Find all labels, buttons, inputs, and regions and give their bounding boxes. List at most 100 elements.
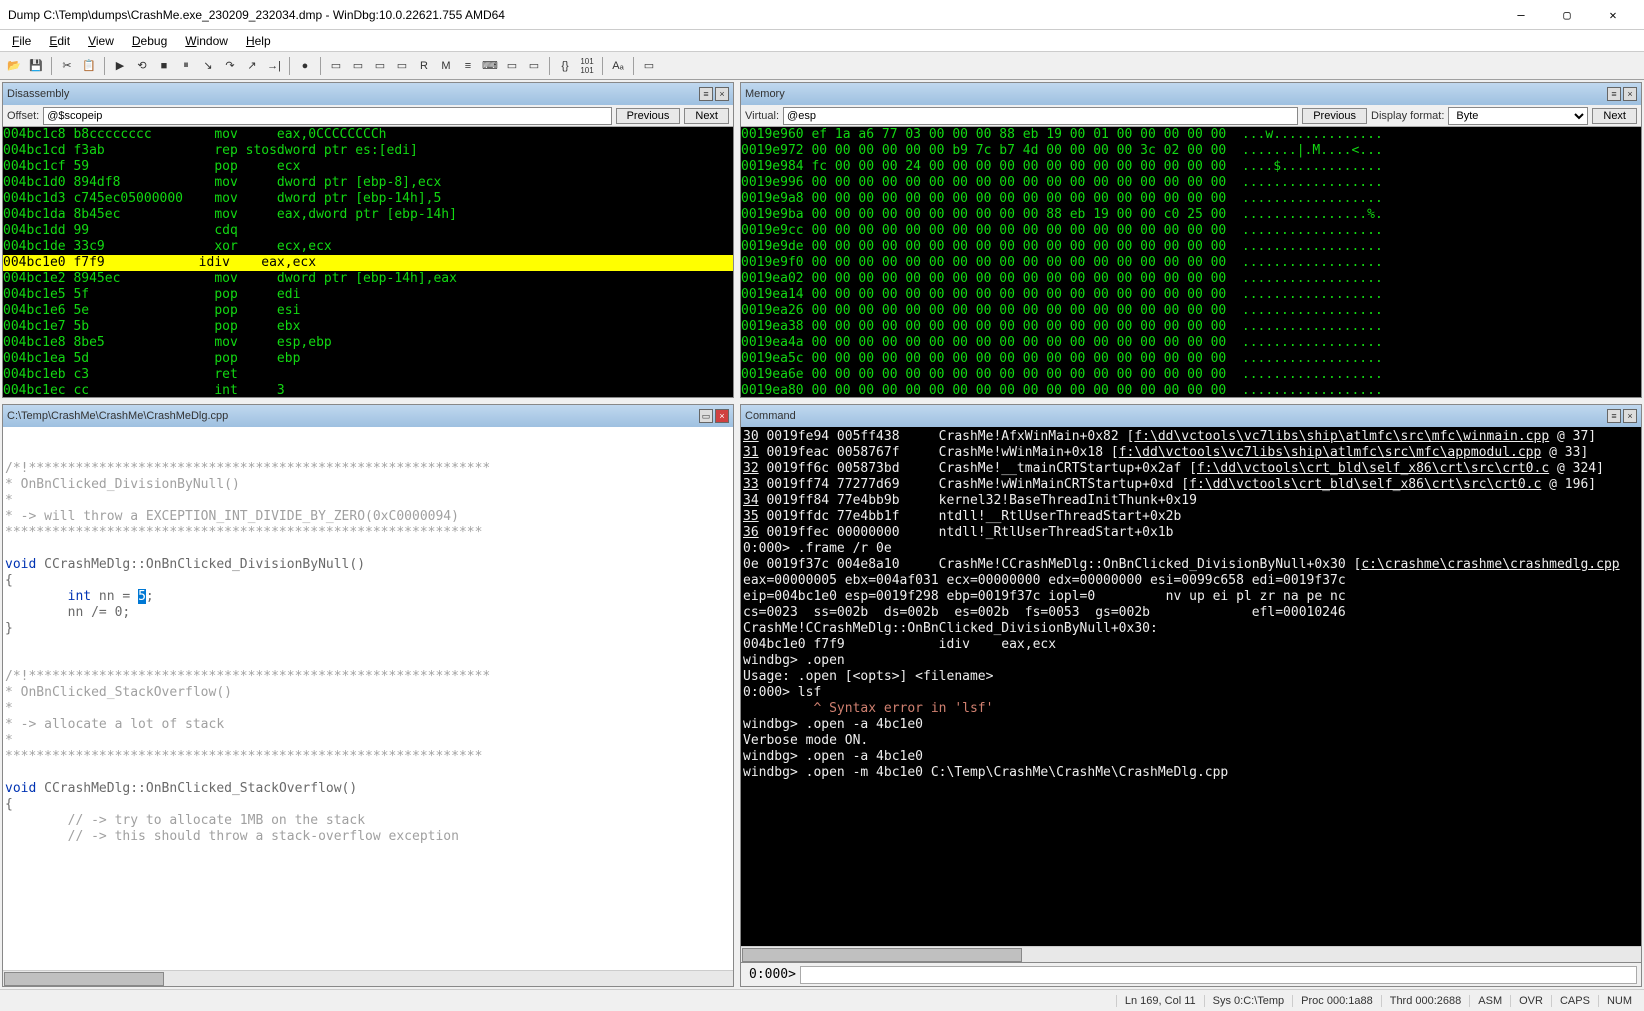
disassembly-close-icon[interactable]: × — [715, 87, 729, 101]
window1-icon[interactable]: ▭ — [326, 56, 346, 76]
disasm-line[interactable]: 004bc1dd 99 cdq — [3, 223, 733, 239]
command-line[interactable]: eip=004bc1e0 esp=0019f298 ebp=0019f37c i… — [743, 589, 1639, 605]
disasm-line[interactable]: 004bc1da 8b45ec mov eax,dword ptr [ebp-1… — [3, 207, 733, 223]
disasm-line[interactable]: 004bc1d3 c745ec05000000 mov dword ptr [e… — [3, 191, 733, 207]
disasm-previous-button[interactable]: Previous — [616, 108, 681, 124]
source-line[interactable]: * OnBnClicked_DivisionByNull() — [5, 477, 731, 493]
source-line[interactable]: /*!*************************************… — [5, 461, 731, 477]
disasm-icon[interactable]: ⌨ — [480, 56, 500, 76]
source-line[interactable]: * -> will throw a EXCEPTION_INT_DIVIDE_B… — [5, 509, 731, 525]
memory-line[interactable]: 0019ea02 00 00 00 00 00 00 00 00 00 00 0… — [741, 271, 1641, 287]
command-line[interactable]: 35 0019ffdc 77e4bb1f ntdll!__RtlUserThre… — [743, 509, 1639, 525]
command-line[interactable]: 0:000> lsf — [743, 685, 1639, 701]
command-line[interactable]: 004bc1e0 f7f9 idiv eax,ecx — [743, 637, 1639, 653]
processes-icon[interactable]: ▭ — [524, 56, 544, 76]
command-line[interactable]: Verbose mode ON. — [743, 733, 1639, 749]
source-line[interactable]: * — [5, 493, 731, 509]
command-line[interactable]: 0:000> .frame /r 0e — [743, 541, 1639, 557]
disasm-line[interactable]: 004bc1d0 894df8 mov dword ptr [ebp-8],ec… — [3, 175, 733, 191]
memory-line[interactable]: 0019e984 fc 00 00 00 24 00 00 00 00 00 0… — [741, 159, 1641, 175]
command-options-icon[interactable]: ≡ — [1607, 409, 1621, 423]
binary-icon[interactable]: 101101 — [577, 56, 597, 76]
memory-line[interactable]: 0019ea4a 00 00 00 00 00 00 00 00 00 00 0… — [741, 335, 1641, 351]
source-line[interactable] — [5, 653, 731, 669]
disasm-line[interactable]: 004bc1de 33c9 xor ecx,ecx — [3, 239, 733, 255]
disasm-line[interactable]: 004bc1c8 b8cccccccc mov eax,0CCCCCCCCh — [3, 127, 733, 143]
source-line[interactable]: * -> allocate a lot of stack — [5, 717, 731, 733]
source-line[interactable]: void CCrashMeDlg::OnBnClicked_StackOverf… — [5, 781, 731, 797]
window2-icon[interactable]: ▭ — [348, 56, 368, 76]
memory-line[interactable]: 0019ea5c 00 00 00 00 00 00 00 00 00 00 0… — [741, 351, 1641, 367]
breakpoint-icon[interactable]: ● — [295, 56, 315, 76]
memory-close-icon[interactable]: × — [1623, 87, 1637, 101]
command-line[interactable]: 34 0019ff84 77e4bb9b kernel32!BaseThread… — [743, 493, 1639, 509]
memory-icon[interactable]: M — [436, 56, 456, 76]
window4-icon[interactable]: ▭ — [392, 56, 412, 76]
menu-file[interactable]: File — [4, 32, 39, 50]
disasm-line[interactable]: 004bc1cf 59 pop ecx — [3, 159, 733, 175]
memory-line[interactable]: 0019e9a8 00 00 00 00 00 00 00 00 00 00 0… — [741, 191, 1641, 207]
command-line[interactable]: eax=00000005 ebx=004af031 ecx=00000000 e… — [743, 573, 1639, 589]
source-line[interactable]: void CCrashMeDlg::OnBnClicked_DivisionBy… — [5, 557, 731, 573]
command-content[interactable]: 30 0019fe94 005ff438 CrashMe!AfxWinMain+… — [741, 427, 1641, 946]
memory-line[interactable]: 0019ea26 00 00 00 00 00 00 00 00 00 00 0… — [741, 303, 1641, 319]
source-line[interactable]: * — [5, 701, 731, 717]
source-maximize-icon[interactable]: ▭ — [699, 409, 713, 423]
break-icon[interactable]: ⏸ — [176, 56, 196, 76]
memory-next-button[interactable]: Next — [1592, 108, 1637, 124]
menu-debug[interactable]: Debug — [124, 32, 175, 50]
command-line[interactable]: 33 0019ff74 77277d69 CrashMe!wWinMainCRT… — [743, 477, 1639, 493]
copy-icon[interactable]: 📋 — [79, 56, 99, 76]
callstack-icon[interactable]: ≡ — [458, 56, 478, 76]
disasm-line[interactable]: 004bc1e0 f7f9 idiv eax,ecx — [3, 255, 733, 271]
source-line[interactable] — [5, 429, 731, 445]
menu-edit[interactable]: Edit — [41, 32, 78, 50]
offset-input[interactable] — [43, 107, 611, 125]
memory-line[interactable]: 0019e9de 00 00 00 00 00 00 00 00 00 00 0… — [741, 239, 1641, 255]
virtual-input[interactable] — [783, 107, 1298, 125]
step-out-icon[interactable]: ↗ — [242, 56, 262, 76]
command-line[interactable]: windbg> .open -m 4bc1e0 C:\Temp\CrashMe\… — [743, 765, 1639, 781]
source-line[interactable]: // -> this should throw a stack-overflow… — [5, 829, 731, 845]
options-icon[interactable]: ▭ — [639, 56, 659, 76]
memory-line[interactable]: 0019e9ba 00 00 00 00 00 00 00 00 00 00 8… — [741, 207, 1641, 223]
command-line[interactable]: 36 0019ffec 00000000 ntdll!_RtlUserThrea… — [743, 525, 1639, 541]
step-over-icon[interactable]: ↷ — [220, 56, 240, 76]
memory-line[interactable]: 0019ea14 00 00 00 00 00 00 00 00 00 00 0… — [741, 287, 1641, 303]
menu-view[interactable]: View — [80, 32, 122, 50]
command-hscrollbar[interactable] — [741, 946, 1641, 962]
disasm-line[interactable]: 004bc1e8 8be5 mov esp,ebp — [3, 335, 733, 351]
source-line[interactable] — [5, 445, 731, 461]
disasm-line[interactable]: 004bc1ec cc int 3 — [3, 383, 733, 397]
source-content[interactable]: /*!*************************************… — [3, 427, 733, 970]
source-line[interactable]: * — [5, 733, 731, 749]
scratch-icon[interactable]: ▭ — [502, 56, 522, 76]
source-line[interactable]: { — [5, 797, 731, 813]
disasm-line[interactable]: 004bc1eb c3 ret — [3, 367, 733, 383]
window3-icon[interactable]: ▭ — [370, 56, 390, 76]
close-button[interactable]: ✕ — [1590, 0, 1636, 30]
command-line[interactable]: windbg> .open — [743, 653, 1639, 669]
memory-options-icon[interactable]: ≡ — [1607, 87, 1621, 101]
stop-icon[interactable]: ■ — [154, 56, 174, 76]
command-line[interactable]: 0e 0019f37c 004e8a10 CrashMe!CCrashMeDlg… — [743, 557, 1639, 573]
source-hscrollbar[interactable] — [3, 970, 733, 986]
command-line[interactable]: Usage: .open [<opts>] <filename> — [743, 669, 1639, 685]
source-line[interactable]: ****************************************… — [5, 525, 731, 541]
source-line[interactable]: { — [5, 573, 731, 589]
menu-help[interactable]: Help — [238, 32, 279, 50]
save-icon[interactable]: 💾 — [26, 56, 46, 76]
source-line[interactable]: nn /= 0; — [5, 605, 731, 621]
disasm-line[interactable]: 004bc1e5 5f pop edi — [3, 287, 733, 303]
memory-line[interactable]: 0019e9cc 00 00 00 00 00 00 00 00 00 00 0… — [741, 223, 1641, 239]
command-line[interactable]: windbg> .open -a 4bc1e0 — [743, 717, 1639, 733]
disasm-line[interactable]: 004bc1e6 5e pop esi — [3, 303, 733, 319]
command-line[interactable]: ^ Syntax error in 'lsf' — [743, 701, 1639, 717]
memory-previous-button[interactable]: Previous — [1302, 108, 1367, 124]
memory-line[interactable]: 0019e9f0 00 00 00 00 00 00 00 00 00 00 0… — [741, 255, 1641, 271]
disassembly-content[interactable]: 004bc1c8 b8cccccccc mov eax,0CCCCCCCCh 00… — [3, 127, 733, 397]
run-to-cursor-icon[interactable]: →| — [264, 56, 284, 76]
source-line[interactable]: * OnBnClicked_StackOverflow() — [5, 685, 731, 701]
font-icon[interactable]: Aₐ — [608, 56, 628, 76]
source-line[interactable] — [5, 765, 731, 781]
